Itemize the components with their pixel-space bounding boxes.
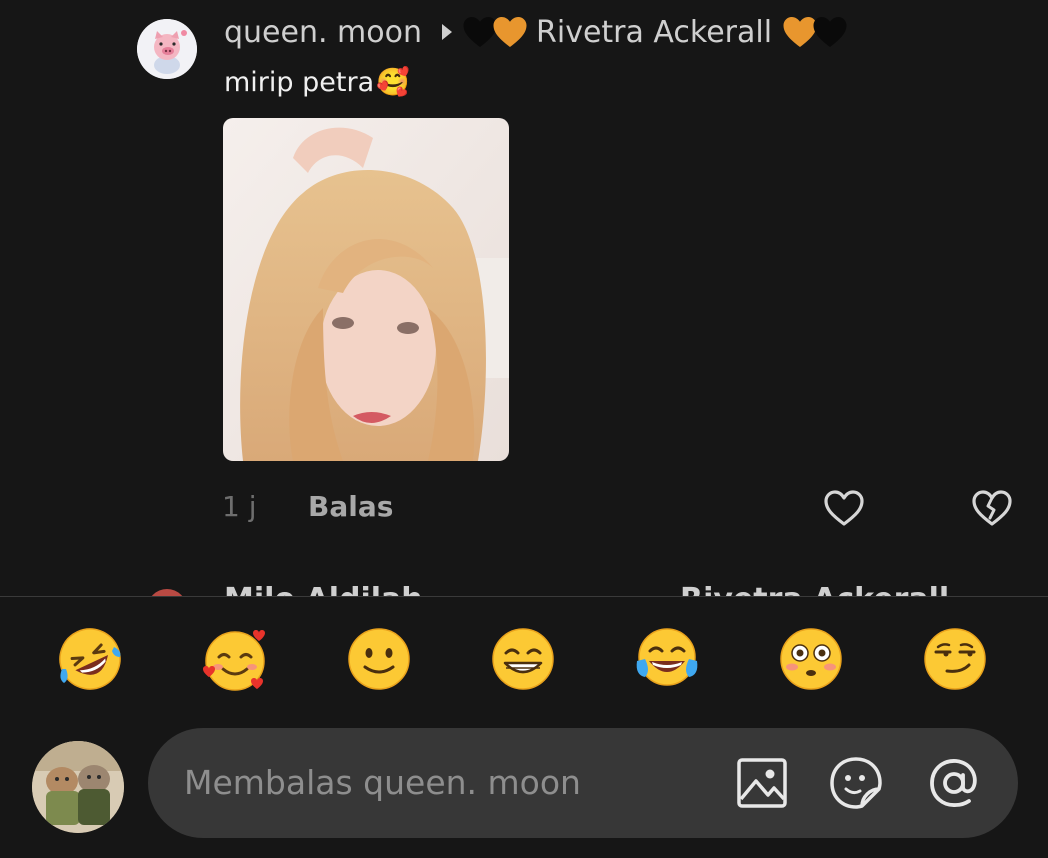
reply-target-username[interactable]: Rivetra Ackerall [536, 15, 772, 50]
user-avatar[interactable] [32, 741, 124, 833]
emoji-rofl[interactable] [56, 625, 124, 693]
black-heart-icon [813, 17, 847, 47]
comment-screen: queen. moon Rivetra Ackerall mirip petra… [0, 0, 1048, 858]
comment-text: mirip petra 🥰 [224, 60, 410, 104]
reply-button[interactable]: Balas [308, 490, 393, 523]
comment-body: mirip petra [224, 66, 375, 98]
emoji-flushed[interactable] [777, 625, 845, 693]
emoji-tears-of-joy[interactable] [633, 625, 701, 693]
orange-heart-icon [493, 17, 527, 47]
comment-timestamp: 1 j [222, 489, 257, 523]
emoji-smiling-hearts[interactable] [201, 625, 269, 693]
image-icon[interactable] [734, 755, 790, 811]
commenter-avatar[interactable] [137, 19, 197, 79]
heart-decoration-left [463, 15, 528, 49]
emoji-quick-bar [0, 597, 1048, 725]
next-commenter-avatar[interactable] [147, 589, 187, 596]
at-sign-icon[interactable] [926, 755, 982, 811]
next-commenter-username[interactable]: Milo Aldilah [224, 582, 423, 596]
heart-decoration-right [782, 15, 847, 49]
comment-photo[interactable] [223, 118, 509, 461]
reply-input-placeholder: Membalas queen. moon [184, 763, 581, 802]
comment-header: queen. moon Rivetra Ackerall [224, 10, 847, 54]
smiling-hearts-emoji: 🥰 [376, 67, 410, 98]
sticker-icon[interactable] [828, 755, 884, 811]
broken-heart-icon[interactable] [970, 488, 1014, 528]
next-reply-target-username[interactable]: Rivetra Ackerall [680, 582, 949, 596]
commenter-username[interactable]: queen. moon [224, 15, 422, 50]
reply-input-field[interactable]: Membalas queen. moon [148, 728, 1018, 838]
comment-actions: 1 j Balas [222, 482, 393, 530]
emoji-slight-smile[interactable] [345, 625, 413, 693]
heart-outline-icon[interactable] [822, 488, 866, 528]
next-comment-preview: Milo Aldilah Rivetra Ackerall [0, 578, 1048, 596]
reply-arrow-icon [442, 24, 453, 40]
reply-input-row: Membalas queen. moon [0, 725, 1048, 858]
emoji-smirk[interactable] [921, 625, 989, 693]
emoji-grin[interactable] [489, 625, 557, 693]
